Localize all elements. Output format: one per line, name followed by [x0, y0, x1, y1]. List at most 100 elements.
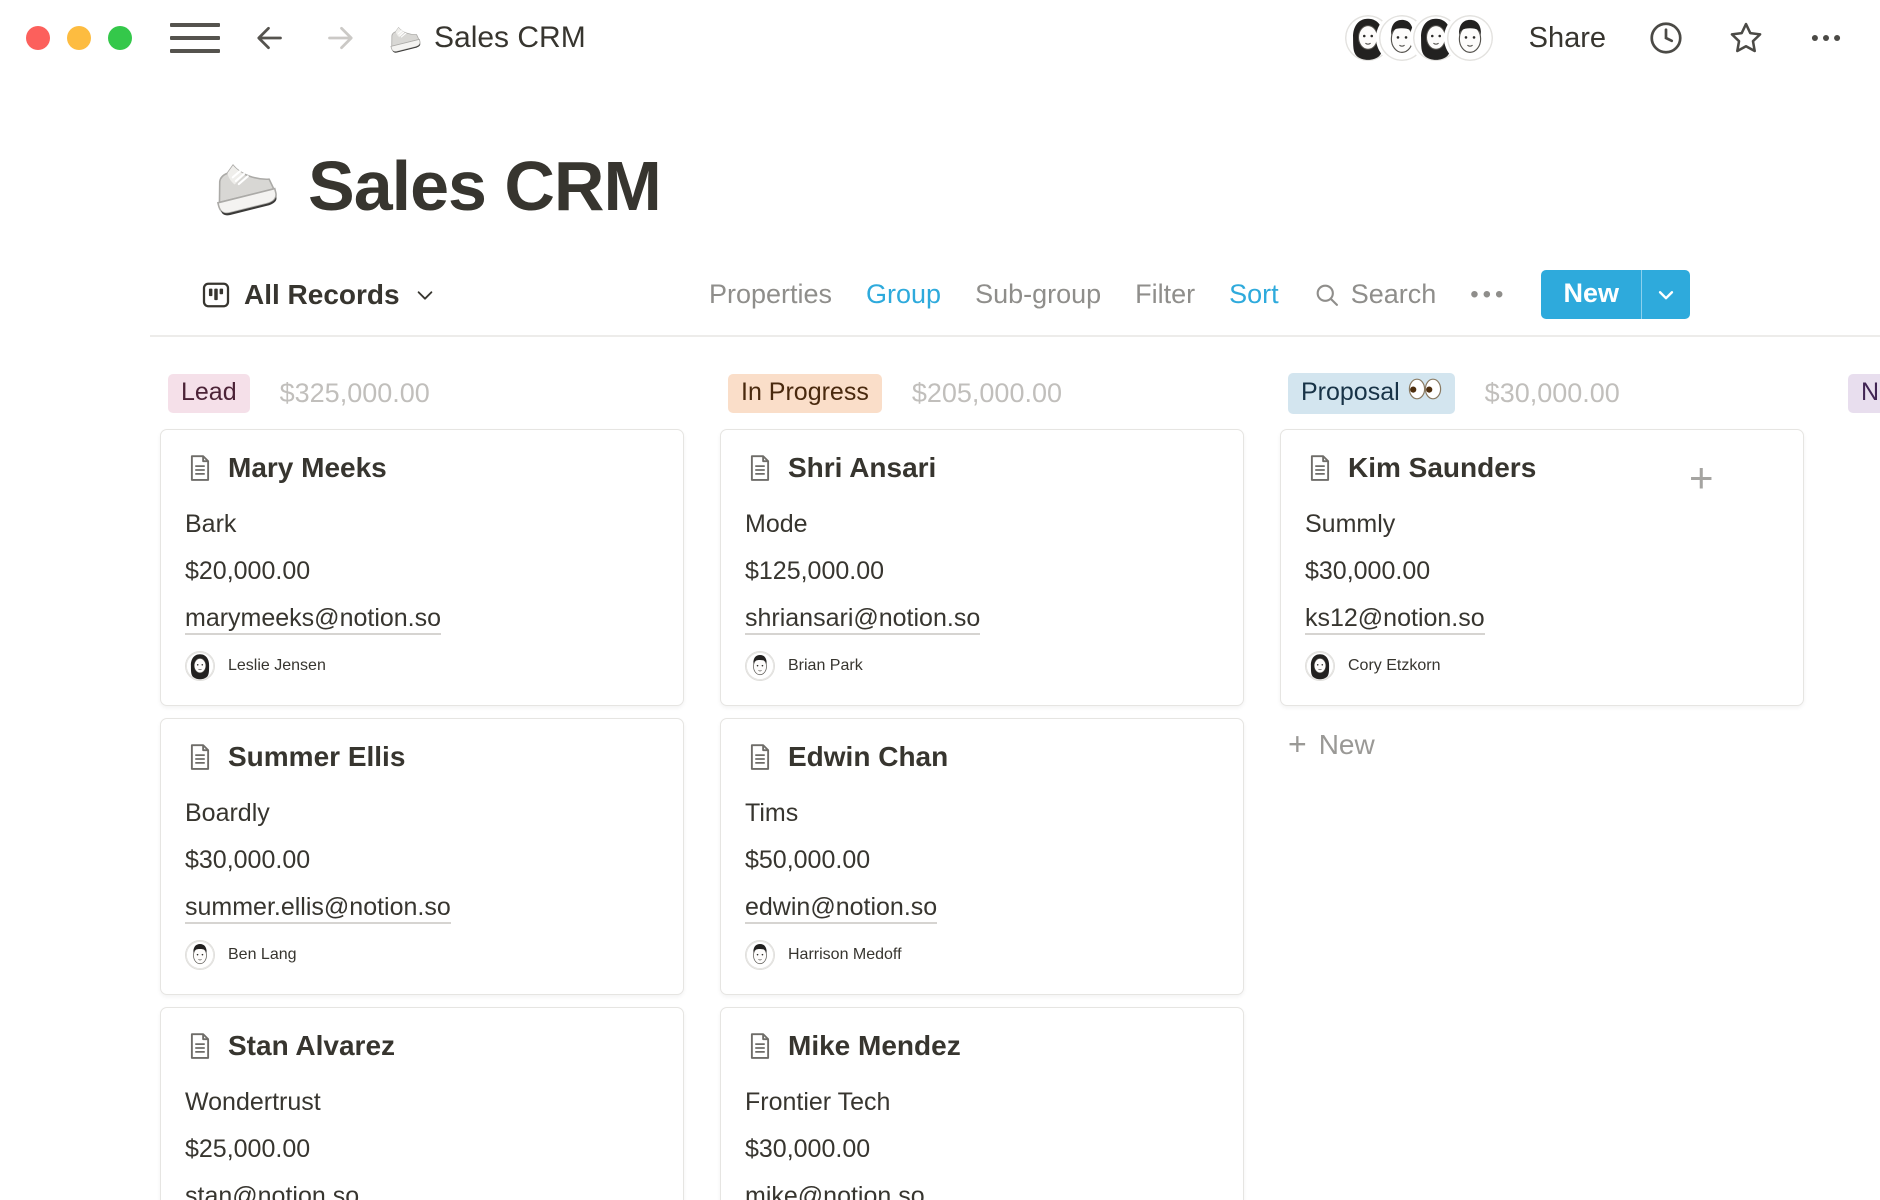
board-column: Lead $325,000.00 Mary Meeks Bark $20,000… — [160, 371, 684, 1200]
filter-button[interactable]: Filter — [1135, 279, 1195, 310]
card-person-name: Cory Etzkorn — [1348, 657, 1440, 675]
sort-button[interactable]: Sort — [1229, 279, 1279, 310]
view-selector[interactable]: All Records — [200, 279, 436, 311]
card-email-link[interactable]: edwin@notion.so — [745, 893, 937, 924]
card-email-link[interactable]: ks12@notion.so — [1305, 604, 1485, 635]
minimize-window-button[interactable] — [67, 26, 91, 50]
record-card[interactable]: Kim Saunders Summly $30,000.00 ks12@noti… — [1280, 429, 1804, 706]
board: + Lead $325,000.00 Mary Meeks Bark $20,0… — [0, 371, 1880, 1200]
group-tag[interactable]: Lead — [168, 374, 250, 413]
page-icon — [185, 742, 215, 772]
back-arrow-icon[interactable] — [250, 18, 290, 58]
search-icon — [1313, 281, 1341, 309]
card-email-link[interactable]: mike@notion.so — [745, 1182, 925, 1200]
card-title: Shri Ansari — [788, 452, 936, 484]
card-email-link[interactable]: summer.ellis@notion.so — [185, 893, 451, 924]
record-card[interactable]: Stan Alvarez Wondertrust $25,000.00 stan… — [160, 1007, 684, 1200]
group-tag-label: Proposal — [1301, 378, 1400, 407]
sneaker-emoji-icon[interactable] — [204, 148, 280, 224]
person-avatar — [185, 940, 215, 970]
new-record-dropdown[interactable] — [1642, 270, 1690, 319]
card-company: Bark — [185, 508, 659, 541]
chevron-down-icon — [1655, 284, 1677, 306]
card-email-link[interactable]: marymeeks@notion.so — [185, 604, 441, 635]
plus-icon: + — [1288, 726, 1307, 763]
card-email-link[interactable]: shriansari@notion.so — [745, 604, 980, 635]
board-column: In Progress $205,000.00 Shri Ansari Mode… — [720, 371, 1244, 1200]
board-column: Proposal $30,000.00 Kim Saunders Summly … — [1280, 371, 1804, 763]
group-tag[interactable]: N — [1848, 374, 1880, 413]
card-title: Mike Mendez — [788, 1030, 961, 1062]
page-icon — [745, 453, 775, 483]
card-amount: $25,000.00 — [185, 1133, 659, 1166]
group-cards: Kim Saunders Summly $30,000.00 ks12@noti… — [1280, 429, 1804, 706]
search-button[interactable]: Search — [1313, 279, 1437, 310]
share-button[interactable]: Share — [1529, 22, 1606, 55]
card-company: Boardly — [185, 797, 659, 830]
card-person: Ben Lang — [185, 940, 659, 970]
group-header: Proposal $30,000.00 — [1280, 371, 1804, 415]
person-avatar — [1305, 651, 1335, 681]
subgroup-button[interactable]: Sub-group — [975, 279, 1101, 310]
view-more-options-icon[interactable]: ••• — [1470, 281, 1507, 309]
favorite-star-icon[interactable] — [1726, 18, 1766, 58]
card-company: Frontier Tech — [745, 1086, 1219, 1119]
group-header: N — [1840, 371, 1880, 415]
card-person: Harrison Medoff — [745, 940, 1219, 970]
page-title[interactable]: Sales CRM — [308, 146, 661, 226]
board-view-icon — [200, 279, 232, 311]
person-avatar — [185, 651, 215, 681]
card-title: Kim Saunders — [1348, 452, 1536, 484]
view-toolbar: All Records Properties Group Sub-group F… — [200, 270, 1690, 319]
properties-button[interactable]: Properties — [709, 279, 832, 310]
group-sum: $205,000.00 — [912, 378, 1062, 409]
card-company: Tims — [745, 797, 1219, 830]
group-tag[interactable]: In Progress — [728, 374, 882, 413]
card-title: Summer Ellis — [228, 741, 405, 773]
collaborator-avatars[interactable] — [1345, 15, 1493, 61]
updates-clock-icon[interactable] — [1646, 18, 1686, 58]
more-options-icon[interactable] — [1806, 18, 1846, 58]
card-amount: $30,000.00 — [745, 1133, 1219, 1166]
card-person-name: Ben Lang — [228, 946, 297, 964]
record-card[interactable]: Edwin Chan Tims $50,000.00 edwin@notion.… — [720, 718, 1244, 995]
view-name: All Records — [244, 279, 400, 311]
card-person: Cory Etzkorn — [1305, 651, 1779, 681]
window-topbar: Sales CRM Share — [0, 0, 1880, 76]
close-window-button[interactable] — [26, 26, 50, 50]
person-avatar — [745, 651, 775, 681]
add-card-button[interactable]: + New — [1280, 726, 1804, 763]
page-icon — [745, 742, 775, 772]
card-amount: $125,000.00 — [745, 555, 1219, 588]
record-card[interactable]: Mike Mendez Frontier Tech $30,000.00 mik… — [720, 1007, 1244, 1200]
record-card[interactable]: Shri Ansari Mode $125,000.00 shriansari@… — [720, 429, 1244, 706]
card-title: Edwin Chan — [788, 741, 948, 773]
add-group-button[interactable]: + — [1689, 457, 1714, 499]
group-button[interactable]: Group — [866, 279, 941, 310]
group-cards: Mary Meeks Bark $20,000.00 marymeeks@not… — [160, 429, 684, 1200]
card-amount: $20,000.00 — [185, 555, 659, 588]
card-email-link[interactable]: stan@notion.so — [185, 1182, 359, 1200]
sneaker-emoji-icon — [384, 19, 422, 57]
record-card[interactable]: Summer Ellis Boardly $30,000.00 summer.e… — [160, 718, 684, 995]
card-company: Wondertrust — [185, 1086, 659, 1119]
record-card[interactable]: Mary Meeks Bark $20,000.00 marymeeks@not… — [160, 429, 684, 706]
card-title: Mary Meeks — [228, 452, 387, 484]
eyes-emoji-icon — [1408, 377, 1442, 408]
card-amount: $50,000.00 — [745, 844, 1219, 877]
board-column: N — [1840, 371, 1880, 429]
card-title: Stan Alvarez — [228, 1030, 395, 1062]
group-tag[interactable]: Proposal — [1288, 373, 1455, 414]
person-avatar — [745, 940, 775, 970]
card-company: Mode — [745, 508, 1219, 541]
sidebar-menu-icon[interactable] — [170, 23, 220, 53]
page-icon — [185, 453, 215, 483]
zoom-window-button[interactable] — [108, 26, 132, 50]
card-person-name: Leslie Jensen — [228, 657, 326, 675]
breadcrumb-page-title[interactable]: Sales CRM — [434, 21, 586, 55]
avatar-short-hair-icon — [1447, 15, 1493, 61]
group-tag-label: N — [1861, 378, 1879, 407]
forward-arrow-icon[interactable] — [320, 18, 360, 58]
card-person: Brian Park — [745, 651, 1219, 681]
new-record-button[interactable]: New — [1541, 270, 1690, 319]
